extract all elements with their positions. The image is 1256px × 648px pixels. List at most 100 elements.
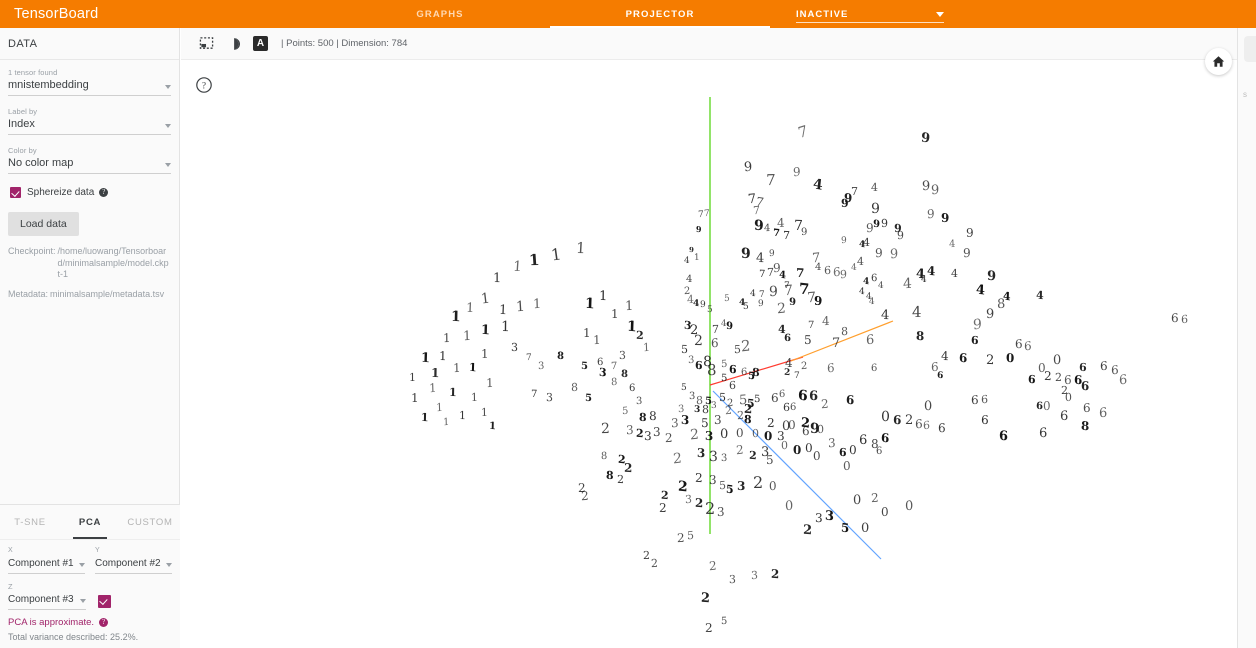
data-point[interactable]: 6 xyxy=(937,371,943,382)
data-point[interactable]: 5 xyxy=(841,520,850,535)
data-point[interactable]: 7 xyxy=(698,210,704,220)
data-point[interactable]: 2 xyxy=(581,489,589,503)
data-point[interactable]: 0 xyxy=(843,459,851,474)
color-by-dropdown[interactable]: No color map xyxy=(8,156,171,174)
data-point[interactable]: 9 xyxy=(758,299,764,309)
data-point[interactable]: 5 xyxy=(743,302,749,312)
data-point[interactable]: 8 xyxy=(752,366,760,379)
data-point[interactable]: 3 xyxy=(714,413,722,427)
load-data-button[interactable]: Load data xyxy=(8,212,79,236)
data-point[interactable]: 6 xyxy=(938,421,946,435)
data-point[interactable]: 2 xyxy=(749,449,757,463)
data-point[interactable]: 3 xyxy=(671,416,679,431)
data-point[interactable]: 3 xyxy=(685,493,692,507)
data-point[interactable]: 1 xyxy=(499,303,508,318)
data-point[interactable]: 6 xyxy=(1039,426,1047,441)
data-point[interactable]: 6 xyxy=(915,417,923,431)
data-point[interactable]: 9 xyxy=(931,183,940,199)
data-point[interactable]: 5 xyxy=(734,343,741,356)
data-point[interactable]: 2 xyxy=(801,361,808,372)
data-point[interactable]: 3 xyxy=(697,446,706,461)
data-point[interactable]: 1 xyxy=(411,391,419,405)
data-point[interactable]: 4 xyxy=(684,256,690,266)
tensor-dropdown[interactable]: mnistembedding xyxy=(8,78,171,96)
data-point[interactable]: 6 xyxy=(839,446,847,460)
data-point[interactable]: 0 xyxy=(769,479,777,493)
data-point[interactable]: 9 xyxy=(897,229,904,242)
data-point[interactable]: 3 xyxy=(619,349,626,362)
data-point[interactable]: 1 xyxy=(459,409,466,422)
data-point[interactable]: 0 xyxy=(736,426,744,440)
data-point[interactable]: 6 xyxy=(981,413,989,427)
data-point[interactable]: 7 xyxy=(611,361,618,372)
data-point[interactable]: 7 xyxy=(808,320,814,331)
data-point[interactable]: 2 xyxy=(651,557,658,570)
data-point[interactable]: 4 xyxy=(764,223,770,234)
data-point[interactable]: 6 xyxy=(1015,337,1023,351)
data-point[interactable]: 3 xyxy=(825,509,834,525)
data-point[interactable]: 7 xyxy=(753,204,760,218)
data-point[interactable]: 2 xyxy=(617,473,624,486)
run-selector[interactable]: INACTIVE xyxy=(796,0,944,23)
data-point[interactable]: 1 xyxy=(585,295,595,312)
data-point[interactable]: 3 xyxy=(711,401,717,411)
data-point[interactable]: 9 xyxy=(922,179,930,194)
data-point[interactable]: 6 xyxy=(1171,311,1179,325)
data-point[interactable]: 7 xyxy=(759,269,766,280)
data-point[interactable]: 3 xyxy=(737,479,746,494)
data-point[interactable]: 0 xyxy=(849,443,857,457)
data-point[interactable]: 8 xyxy=(601,451,608,462)
data-point[interactable]: 5 xyxy=(804,333,812,347)
data-point[interactable]: 8 xyxy=(649,409,657,423)
data-point[interactable]: 4 xyxy=(693,299,699,309)
data-point[interactable]: 2 xyxy=(741,336,751,355)
data-point[interactable]: 6 xyxy=(779,389,786,400)
data-point[interactable]: 4 xyxy=(878,281,884,291)
data-point[interactable]: 3 xyxy=(688,355,695,367)
data-point[interactable]: 9 xyxy=(963,246,971,260)
help-icon[interactable]: ? xyxy=(99,618,109,627)
tab-pca[interactable]: PCA xyxy=(60,505,120,539)
data-point[interactable]: 9 xyxy=(801,227,807,238)
data-point[interactable]: 1 xyxy=(439,349,447,363)
data-point[interactable]: 6 xyxy=(1060,409,1068,424)
data-point[interactable]: 5 xyxy=(721,616,727,627)
data-point[interactable]: 2 xyxy=(677,531,685,545)
data-point[interactable]: 1 xyxy=(533,297,542,313)
data-point[interactable]: 5 xyxy=(724,294,730,305)
data-point[interactable]: 6 xyxy=(827,361,835,376)
data-point[interactable]: 1 xyxy=(694,253,700,263)
data-point[interactable]: 1 xyxy=(463,329,472,345)
data-point[interactable]: 6 xyxy=(1036,401,1043,413)
data-point[interactable]: 0 xyxy=(764,429,773,444)
data-point[interactable]: 7 xyxy=(531,389,537,400)
data-point[interactable]: 6 xyxy=(923,419,930,433)
data-point[interactable]: 0 xyxy=(793,443,802,458)
data-point[interactable]: 3 xyxy=(644,429,652,443)
data-point[interactable]: 6 xyxy=(1083,401,1091,415)
data-point[interactable]: 5 xyxy=(766,453,774,467)
data-point[interactable]: 9 xyxy=(743,160,752,175)
data-point[interactable]: 3 xyxy=(751,569,758,583)
data-point[interactable]: 3 xyxy=(538,361,545,373)
data-point[interactable]: 1 xyxy=(486,376,494,390)
data-point[interactable]: 6 xyxy=(871,363,878,374)
data-point[interactable]: 6 xyxy=(1099,406,1108,422)
data-point[interactable]: 9 xyxy=(841,236,847,247)
data-point[interactable]: 1 xyxy=(453,361,461,376)
data-point[interactable]: 2 xyxy=(701,591,710,607)
data-point[interactable]: 8 xyxy=(841,325,848,338)
data-point[interactable]: 4 xyxy=(822,314,830,329)
data-point[interactable]: 1 xyxy=(528,251,540,269)
data-point[interactable]: 8 xyxy=(916,329,925,344)
data-point[interactable]: 6 xyxy=(741,367,748,378)
data-point[interactable]: 2 xyxy=(673,450,682,467)
data-point[interactable]: 8 xyxy=(611,377,618,389)
data-point[interactable]: 6 xyxy=(824,264,831,277)
data-point[interactable]: 0 xyxy=(785,499,794,515)
data-point[interactable]: 9 xyxy=(881,217,888,230)
data-point[interactable]: 1 xyxy=(501,319,510,335)
data-point[interactable]: 4 xyxy=(949,239,956,251)
data-point[interactable]: 4 xyxy=(927,264,936,279)
data-point[interactable]: 3 xyxy=(717,505,725,519)
